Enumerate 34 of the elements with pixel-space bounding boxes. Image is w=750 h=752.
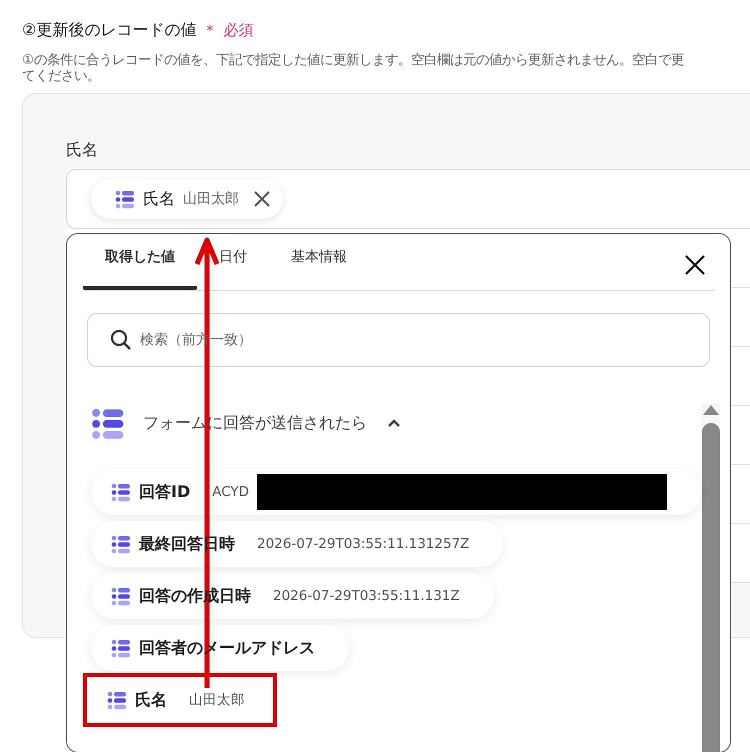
close-icon — [684, 254, 706, 276]
list-icon — [111, 586, 131, 606]
list-icon — [115, 189, 135, 209]
field-label: 氏名 — [66, 140, 99, 161]
list-icon — [111, 534, 131, 554]
chevron-up-icon — [387, 418, 401, 428]
chip-value: 山田太郎 — [183, 190, 239, 208]
tab[interactable]: 日付 — [197, 244, 269, 290]
search-icon — [110, 329, 132, 351]
section-title: ②更新後のレコードの値 — [22, 20, 196, 41]
scrollbar[interactable] — [701, 403, 720, 752]
tab[interactable]: 基本情報 — [269, 244, 369, 290]
input-field[interactable]: 氏名 山田太郎 — [66, 169, 750, 229]
item-name: 氏名 — [135, 690, 167, 710]
list-icon — [107, 690, 127, 710]
scroll-up-icon[interactable] — [702, 403, 720, 417]
description-text: ①の条件に合うレコードの値を、下記で指定した値に更新します。空白欄は元の値から更新されません。空白で更 — [22, 53, 685, 69]
variable-item[interactable]: 回答ID ACYD — [91, 469, 702, 515]
variable-item[interactable]: 氏名 山田太郎 — [87, 677, 273, 723]
required-label: 必須 — [223, 21, 254, 40]
tab[interactable]: 取得した値 — [83, 244, 197, 290]
close-icon[interactable] — [253, 190, 271, 208]
required-asterisk: ＊ — [202, 21, 218, 40]
chip-name: 氏名 — [143, 188, 175, 210]
list-icon — [111, 638, 131, 658]
item-value: 2026-07-29T03:55:11.131Z — [273, 588, 460, 604]
description-text: てください。 — [22, 69, 101, 85]
value-chip[interactable]: 氏名 山田太郎 — [91, 179, 283, 219]
list-icon — [111, 482, 131, 502]
item-value: 2026-07-29T03:55:11.131257Z — [257, 536, 470, 552]
item-value: ACYD — [212, 484, 250, 500]
list-icon — [91, 406, 125, 440]
item-name: 回答ID — [139, 482, 190, 502]
item-value: 山田太郎 — [189, 691, 245, 709]
